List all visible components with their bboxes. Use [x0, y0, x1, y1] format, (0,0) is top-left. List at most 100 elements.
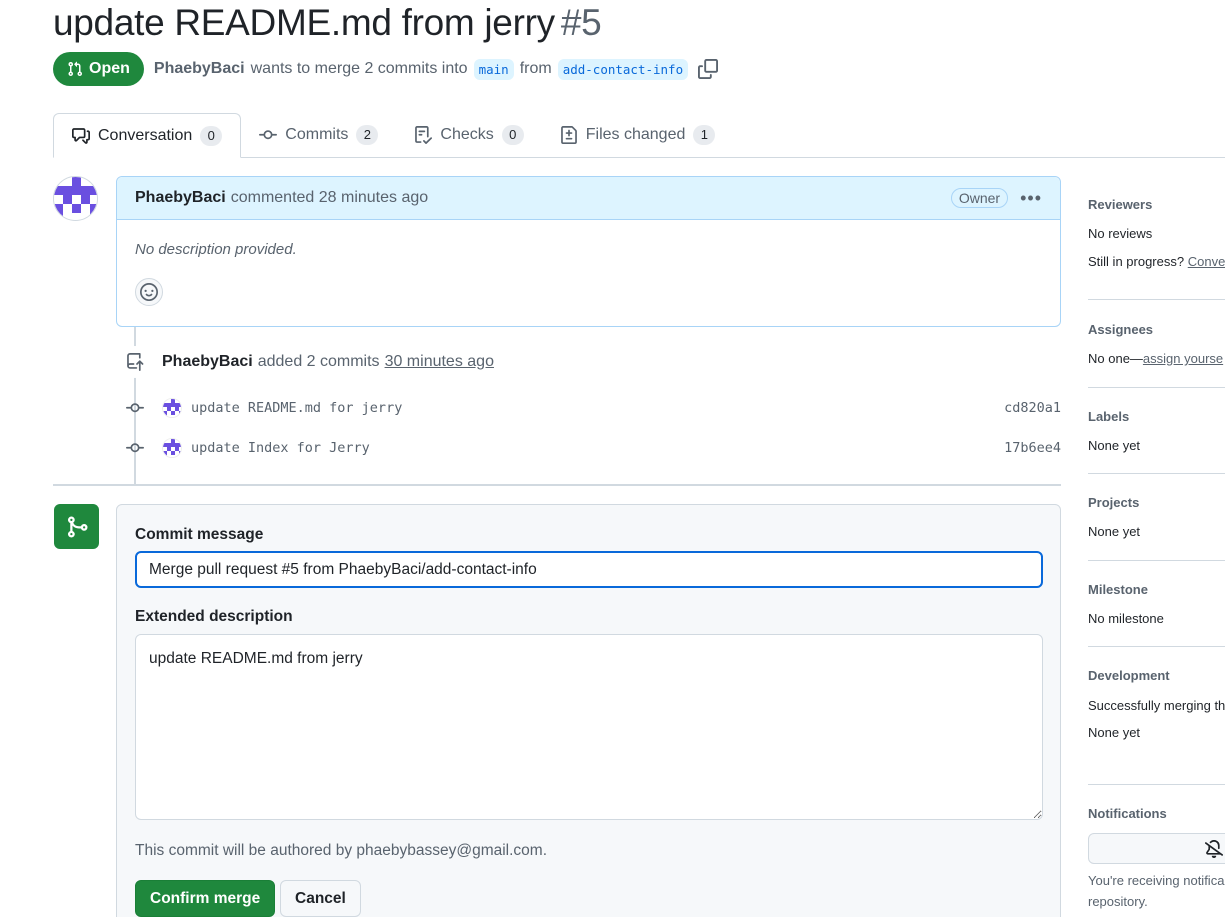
sidebar-assignees: Assignees No one—assign yourse — [1088, 322, 1225, 366]
head-branch[interactable]: add-contact-info — [557, 58, 689, 80]
repo-push-icon — [119, 346, 151, 378]
unsubscribe-button[interactable] — [1088, 833, 1225, 864]
commit-message-link[interactable]: update README.md for jerry — [191, 400, 402, 416]
projects-title[interactable]: Projects — [1088, 495, 1225, 510]
avatar[interactable] — [162, 438, 182, 458]
reviewers-value: No reviews — [1088, 226, 1153, 241]
copy-branch-button[interactable] — [698, 59, 719, 79]
labels-title[interactable]: Labels — [1088, 409, 1225, 424]
convert-to-draft-link[interactable]: Conve — [1188, 254, 1225, 269]
git-merge-icon — [54, 504, 99, 549]
kebab-horizontal-icon[interactable]: ••• — [1020, 188, 1042, 209]
commits-added-event: PhaebyBaci added 2 commits 30 minutes ag… — [119, 346, 494, 378]
commit-row: update README.md for jerry cd820a1 — [124, 396, 1061, 420]
commit-row: update Index for Jerry 17b6ee4 — [124, 436, 1061, 460]
comment-discussion-icon — [72, 127, 90, 144]
sidebar-development: Development Successfully merging th issu… — [1088, 668, 1225, 740]
event-time-link[interactable]: 30 minutes ago — [385, 353, 494, 371]
from-text: from — [519, 60, 552, 77]
add-reaction-button[interactable] — [135, 278, 163, 306]
tab-conversation-count: 0 — [200, 125, 223, 146]
cancel-button[interactable]: Cancel — [280, 880, 361, 917]
comment-header: PhaebyBaci commented 28 minutes ago Owne… — [117, 177, 1060, 220]
sidebar-reviewers: Reviewers No reviews Still in progress? … — [1088, 197, 1225, 269]
sidebar-divider — [1088, 473, 1225, 474]
git-pull-request-icon — [68, 61, 83, 77]
sidebar-labels: Labels None yet — [1088, 409, 1225, 453]
milestone-title[interactable]: Milestone — [1088, 582, 1225, 597]
reviewers-title[interactable]: Reviewers — [1088, 197, 1225, 212]
tab-commits-count: 2 — [356, 125, 379, 145]
sidebar-divider — [1088, 646, 1225, 647]
commit-message-input[interactable] — [135, 551, 1043, 588]
tab-checks[interactable]: Checks 0 — [396, 113, 541, 157]
git-commit-icon — [124, 399, 146, 417]
development-value: None yet — [1088, 725, 1141, 740]
confirm-merge-button[interactable]: Confirm merge — [135, 880, 276, 917]
commit-sha-link[interactable]: 17b6ee4 — [1004, 440, 1061, 456]
copy-icon — [698, 59, 719, 79]
sidebar-divider — [1088, 299, 1225, 300]
comment-body: No description provided. — [135, 241, 297, 258]
comment-timestamp: commented 28 minutes ago — [230, 189, 429, 206]
assign-yourself-link[interactable]: assign yourse — [1143, 351, 1223, 366]
tab-conversation[interactable]: Conversation 0 — [53, 113, 242, 158]
labels-value: None yet — [1088, 438, 1141, 453]
status-badge: Open — [53, 52, 144, 86]
commit-message-link[interactable]: update Index for Jerry — [191, 440, 370, 456]
owner-badge: Owner — [950, 188, 1009, 208]
file-diff-icon — [560, 126, 577, 144]
tab-commits-label: Commits — [285, 126, 349, 143]
sidebar-notifications: Notifications — [1088, 806, 1225, 821]
commit-message-label: Commit message — [135, 526, 264, 543]
smiley-icon — [140, 283, 158, 301]
comment-card: PhaebyBaci commented 28 minutes ago Owne… — [116, 176, 1061, 327]
sidebar-divider — [1088, 784, 1225, 785]
timeline-divider — [53, 484, 1061, 486]
assignees-title[interactable]: Assignees — [1088, 322, 1225, 337]
base-branch[interactable]: main — [473, 58, 514, 80]
tab-commits[interactable]: Commits 2 — [241, 113, 396, 157]
avatar[interactable] — [162, 398, 182, 418]
comment-author-link[interactable]: PhaebyBaci — [135, 189, 226, 207]
tab-files-changed[interactable]: Files changed 1 — [542, 113, 734, 157]
tab-checks-label: Checks — [440, 126, 494, 143]
assignees-row: No one—assign yourse — [1088, 351, 1225, 366]
notifications-title: Notifications — [1088, 806, 1167, 821]
tab-checks-count: 0 — [501, 125, 524, 145]
extended-description-label: Extended description — [135, 608, 293, 625]
event-author-link[interactable]: PhaebyBaci — [162, 353, 253, 371]
development-text: Successfully merging th issues. — [1088, 698, 1225, 713]
milestone-value: No milestone — [1088, 611, 1164, 626]
sidebar-divider — [1088, 387, 1225, 388]
avatar[interactable] — [53, 176, 98, 221]
sidebar-projects: Projects None yet — [1088, 495, 1225, 539]
extended-description-textarea[interactable]: update README.md from jerry — [135, 634, 1043, 820]
in-progress-text: Still in progress? — [1088, 254, 1185, 269]
notifications-text: You're receiving notifica this repositor… — [1088, 873, 1225, 909]
tab-files-changed-label: Files changed — [585, 126, 686, 143]
pr-meta: Open PhaebyBaci wants to merge 2 commits… — [53, 52, 719, 86]
pr-title-text: update README.md from jerry — [53, 2, 555, 43]
sidebar: Reviewers No reviews Still in progress? … — [1088, 0, 1225, 917]
git-commit-icon — [259, 130, 278, 140]
bell-slash-icon — [1205, 840, 1223, 858]
merge-form: Commit message Extended description upda… — [116, 504, 1061, 917]
commit-author-note: This commit will be authored by phaebyba… — [135, 842, 548, 859]
sidebar-milestone: Milestone No milestone — [1088, 582, 1225, 626]
pr-number: #5 — [560, 2, 602, 43]
identicon — [54, 177, 97, 220]
projects-value: None yet — [1088, 524, 1141, 539]
pr-tabs: Conversation 0 Commits 2 Checks 0 Files … — [53, 113, 1225, 158]
status-label: Open — [89, 60, 130, 77]
assignees-none: No one— — [1088, 351, 1143, 366]
page-title: update README.md from jerry #5 — [53, 2, 602, 44]
pr-author-link[interactable]: PhaebyBaci — [154, 60, 245, 78]
merge-text: wants to merge 2 commits into — [250, 60, 468, 77]
git-commit-icon — [124, 439, 146, 457]
development-title[interactable]: Development — [1088, 668, 1225, 683]
commit-sha-link[interactable]: cd820a1 — [1004, 400, 1061, 416]
tab-files-changed-count: 1 — [693, 125, 716, 145]
sidebar-divider — [1088, 560, 1225, 561]
tab-conversation-label: Conversation — [98, 126, 193, 144]
